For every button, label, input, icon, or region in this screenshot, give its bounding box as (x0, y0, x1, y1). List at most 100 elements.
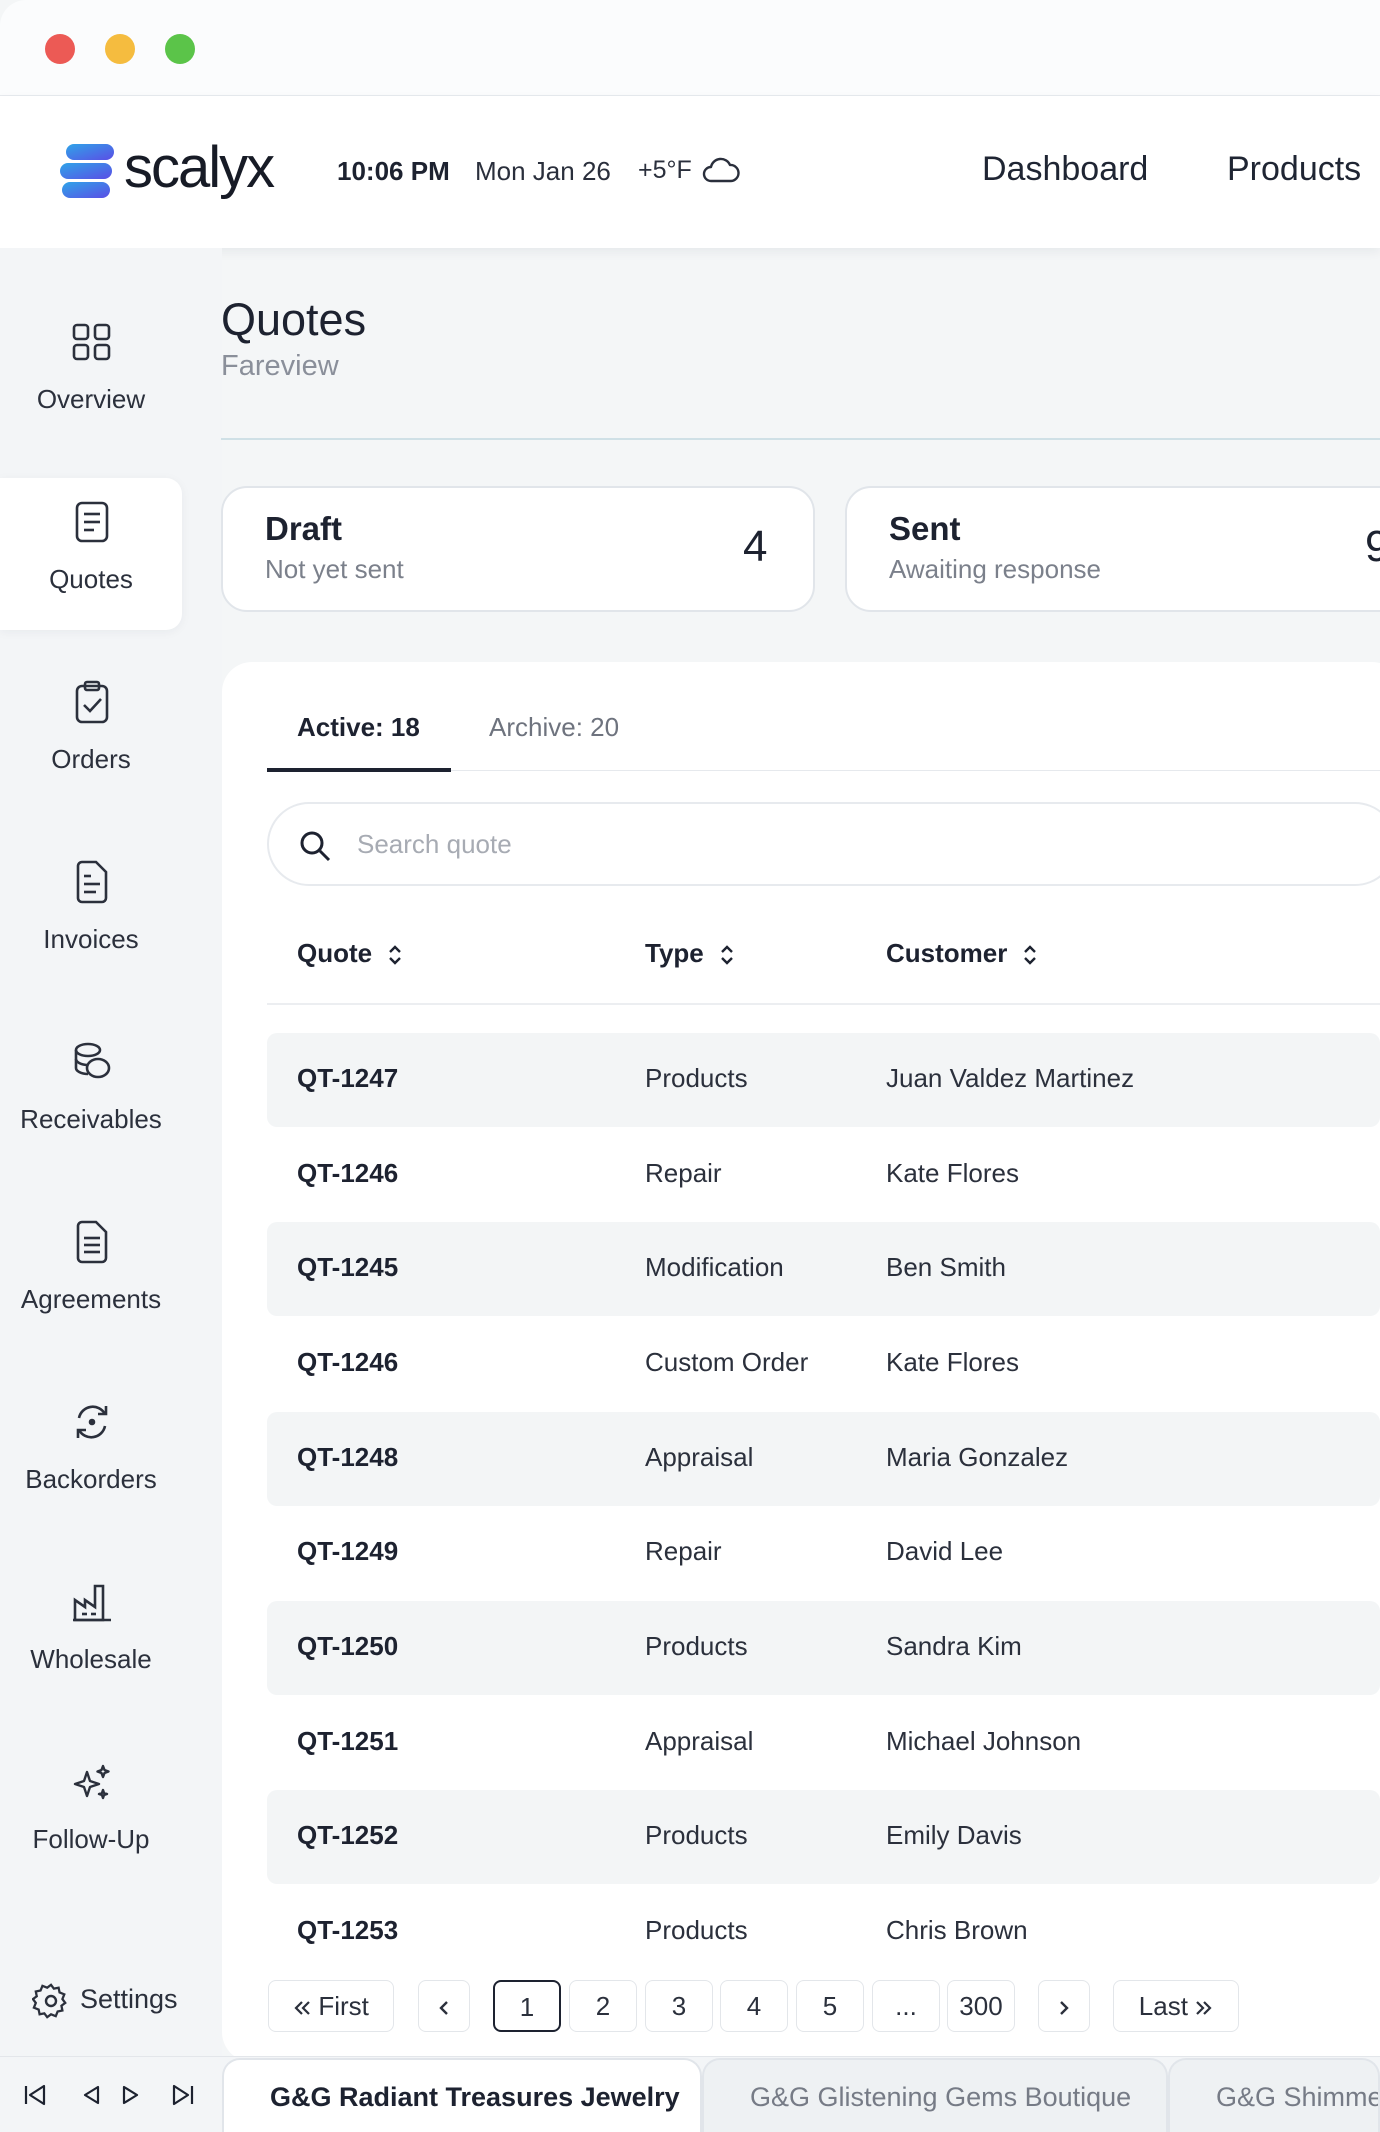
store-tab-shimmer[interactable]: G&G Shimmer (1168, 2058, 1380, 2132)
invoice-icon (76, 860, 108, 904)
quote-customer: David Lee (886, 1536, 1004, 1566)
table-row[interactable]: QT-1250 Products Sandra Kim (267, 1601, 1380, 1695)
table-row[interactable]: QT-1249 Repair David Lee (267, 1506, 1380, 1600)
column-header-label: Quote (297, 938, 373, 968)
tabs-divider (451, 770, 1380, 771)
stat-card-draft[interactable]: Draft Not yet sent 4 (221, 486, 815, 612)
close-window-button[interactable] (45, 34, 75, 64)
pagination-first-button[interactable]: First (268, 1980, 394, 2032)
pagination-page-5[interactable]: 5 (796, 1980, 864, 2032)
grid-icon (72, 323, 111, 361)
column-header-type[interactable]: Type (645, 938, 736, 969)
tab-archive[interactable]: Archive: 20 (489, 712, 619, 743)
page-subtitle: Fareview (221, 350, 339, 382)
pagination-prev-button[interactable] (418, 1980, 470, 2032)
quote-customer: Sandra Kim (886, 1631, 1022, 1661)
sidebar-item-quotes[interactable]: Quotes (0, 478, 182, 630)
sidebar-item-follow-up[interactable]: Follow-Up (0, 1738, 182, 1890)
quote-customer: Kate Flores (886, 1158, 1019, 1188)
table-row[interactable]: QT-1247 Products Juan Valdez Martinez (267, 1033, 1380, 1127)
sidebar-item-label: Quotes (49, 564, 133, 594)
quote-type: Repair (645, 1536, 722, 1566)
sidebar-item-label: Orders (51, 744, 131, 774)
column-header-customer[interactable]: Customer (886, 938, 1039, 969)
current-date: Mon Jan 26 (475, 156, 611, 186)
table-row[interactable]: QT-1245 Modification Ben Smith (267, 1222, 1380, 1316)
table-row[interactable]: QT-1246 Custom Order Kate Flores (267, 1317, 1380, 1411)
sidebar-item-overview[interactable]: Overview (0, 298, 182, 450)
table-row[interactable]: QT-1252 Products Emily Davis (267, 1790, 1380, 1884)
settings-label: Settings (80, 1984, 178, 2014)
quote-type: Products (645, 1063, 748, 1093)
cloud-icon (702, 157, 740, 183)
quote-id: QT-1252 (297, 1820, 399, 1850)
stat-subtitle: Awaiting response (889, 554, 1101, 584)
nav-dashboard[interactable]: Dashboard (982, 150, 1148, 189)
quote-id: QT-1253 (297, 1915, 399, 1945)
sidebar-item-invoices[interactable]: Invoices (0, 838, 182, 990)
quote-type: Modification (645, 1252, 784, 1282)
quote-id: QT-1250 (297, 1631, 399, 1661)
pagination-first-label: First (318, 1991, 369, 2021)
search-icon (300, 831, 331, 862)
quote-customer: Emily Davis (886, 1820, 1022, 1850)
quote-id: QT-1246 (297, 1158, 399, 1188)
stat-count: 9 (1365, 522, 1380, 571)
quote-type: Appraisal (645, 1726, 754, 1756)
tab-active[interactable]: Active: 18 (297, 712, 420, 743)
skip-to-start-icon[interactable] (22, 2082, 48, 2108)
double-chevron-right-icon (1196, 2001, 1212, 2015)
sidebar-item-backorders[interactable]: Backorders (0, 1378, 182, 1530)
stat-count: 4 (743, 522, 768, 571)
sort-icon (720, 945, 733, 965)
table-row[interactable]: QT-1248 Appraisal Maria Gonzalez (267, 1412, 1380, 1506)
minimize-window-button[interactable] (105, 34, 135, 64)
skip-to-end-icon[interactable] (170, 2082, 196, 2108)
table-row[interactable]: QT-1253 Products Chris Brown (267, 1885, 1380, 1945)
stat-title: Draft (265, 510, 343, 547)
quote-id: QT-1245 (297, 1252, 399, 1282)
top-header: scalyx 10:06 PM Mon Jan 26 +5°F Dashboar… (0, 96, 1380, 248)
quote-type: Custom Order (645, 1347, 809, 1377)
agreement-icon (76, 1220, 108, 1264)
sidebar-item-label: Follow-Up (32, 1824, 150, 1854)
search-input[interactable] (357, 820, 1057, 868)
previous-icon[interactable] (78, 2082, 104, 2108)
sidebar-item-receivables[interactable]: Receivables (0, 1018, 182, 1170)
quote-id: QT-1248 (297, 1442, 399, 1472)
chevron-left-icon (439, 2001, 448, 2015)
quote-id: QT-1247 (297, 1063, 399, 1093)
search-bar[interactable] (267, 802, 1380, 886)
refresh-icon (76, 1405, 108, 1439)
table-header-divider (267, 1003, 1380, 1005)
nav-products[interactable]: Products (1227, 150, 1361, 189)
maximize-window-button[interactable] (165, 34, 195, 64)
quote-customer: Kate Flores (886, 1347, 1019, 1377)
pagination-page-300[interactable]: 300 (947, 1980, 1015, 2032)
pagination-page-2[interactable]: 2 (569, 1980, 637, 2032)
quote-type: Repair (645, 1158, 722, 1188)
store-tab-glistening-gems[interactable]: G&G Glistening Gems Boutique (702, 2058, 1168, 2132)
quote-customer: Juan Valdez Martinez (886, 1063, 1135, 1093)
factory-icon (73, 1584, 111, 1622)
stat-card-sent[interactable]: Sent Awaiting response 9 (845, 486, 1380, 612)
heading-divider (221, 438, 1380, 440)
table-row[interactable]: QT-1251 Appraisal Michael Johnson (267, 1696, 1380, 1790)
sidebar-item-agreements[interactable]: Agreements (0, 1198, 182, 1350)
pagination-page-1[interactable]: 1 (493, 1980, 561, 2032)
pagination-last-button[interactable]: Last (1113, 1980, 1239, 2032)
sidebar-item-orders[interactable]: Orders (0, 658, 182, 810)
store-tab-radiant-treasures[interactable]: G&G Radiant Treasures Jewelry (222, 2058, 702, 2132)
pagination-page-4[interactable]: 4 (720, 1980, 788, 2032)
next-icon[interactable] (118, 2082, 144, 2108)
quote-customer: Chris Brown (886, 1915, 1028, 1945)
pagination-next-button[interactable] (1038, 1980, 1090, 2032)
quote-type: Appraisal (645, 1442, 754, 1472)
column-header-quote[interactable]: Quote (297, 938, 404, 969)
clipboard-check-icon (75, 680, 109, 724)
brand-name: scalyx (124, 135, 275, 200)
stat-subtitle: Not yet sent (265, 554, 404, 584)
pagination-page-3[interactable]: 3 (645, 1980, 713, 2032)
table-row[interactable]: QT-1246 Repair Kate Flores (267, 1128, 1380, 1222)
sidebar-item-wholesale[interactable]: Wholesale (0, 1558, 182, 1710)
